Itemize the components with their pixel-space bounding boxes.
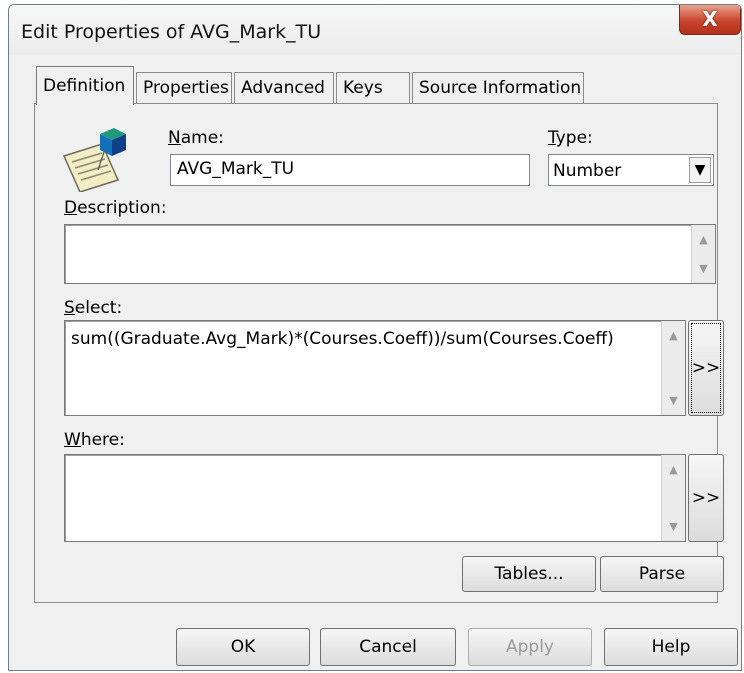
parse-button-label: Parse <box>638 564 686 584</box>
select-expression: sum((Graduate.Avg_Mark)*(Courses.Coeff))… <box>71 329 614 349</box>
ok-button-label: OK <box>230 637 256 657</box>
scroll-up-icon[interactable]: ▲ <box>662 463 685 476</box>
where-builder-label: >> <box>691 488 721 508</box>
tab-label: Advanced <box>241 78 325 98</box>
tab-label: Source Information <box>419 78 582 98</box>
scroll-up-icon[interactable]: ▲ <box>692 233 715 246</box>
object-properties-icon <box>58 122 138 193</box>
where-textarea[interactable]: ▲ ▼ <box>64 454 686 542</box>
title-bar: Edit Properties of AVG_Mark_TU X <box>9 5 741 55</box>
tab-definition[interactable]: Definition <box>36 66 134 105</box>
scroll-down-icon[interactable]: ▼ <box>662 520 685 533</box>
close-icon: X <box>702 7 718 31</box>
tab-advanced[interactable]: Advanced <box>234 72 334 104</box>
scroll-down-icon[interactable]: ▼ <box>662 394 685 407</box>
type-select[interactable]: Number ▼ <box>548 154 714 186</box>
name-input-value: AVG_Mark_TU <box>177 159 295 179</box>
type-label: Type: <box>548 128 593 148</box>
window-title: Edit Properties of AVG_Mark_TU <box>21 21 322 43</box>
description-label: Description: <box>64 198 167 218</box>
scroll-up-icon[interactable]: ▲ <box>662 329 685 342</box>
chevron-down-icon[interactable]: ▼ <box>689 157 711 183</box>
select-builder-label: >> <box>691 358 721 378</box>
select-builder-button[interactable]: >> <box>688 320 724 416</box>
name-input[interactable]: AVG_Mark_TU <box>170 154 530 186</box>
type-select-value: Number <box>553 161 622 181</box>
tab-label: Keys <box>343 78 383 98</box>
select-label: Select: <box>64 298 123 318</box>
tab-keys[interactable]: Keys <box>336 72 410 104</box>
cancel-button[interactable]: Cancel <box>320 628 456 666</box>
tab-properties[interactable]: Properties <box>136 72 232 104</box>
close-button[interactable]: X <box>679 5 741 35</box>
where-scrollbar[interactable]: ▲ ▼ <box>661 455 685 541</box>
parse-button[interactable]: Parse <box>600 556 724 592</box>
tab-label: Properties <box>143 78 229 98</box>
description-textarea[interactable]: ▲ ▼ <box>64 224 716 284</box>
tables-button[interactable]: Tables... <box>462 556 596 592</box>
cancel-button-label: Cancel <box>359 637 417 657</box>
select-scrollbar[interactable]: ▲ ▼ <box>661 321 685 415</box>
name-label: Name: <box>168 128 224 148</box>
select-textarea[interactable]: sum((Graduate.Avg_Mark)*(Courses.Coeff))… <box>64 320 686 416</box>
help-button-label: Help <box>651 637 691 657</box>
ok-button[interactable]: OK <box>176 628 310 666</box>
tab-label: Definition <box>43 76 126 96</box>
apply-button[interactable]: Apply <box>468 628 592 666</box>
where-builder-button[interactable]: >> <box>688 454 724 542</box>
apply-button-label: Apply <box>506 637 554 657</box>
tab-source-information[interactable]: Source Information <box>412 72 584 104</box>
help-button[interactable]: Help <box>604 628 738 666</box>
scroll-down-icon[interactable]: ▼ <box>692 262 715 275</box>
tables-button-label: Tables... <box>494 564 564 584</box>
where-label: Where: <box>64 430 125 450</box>
description-scrollbar[interactable]: ▲ ▼ <box>691 225 715 283</box>
